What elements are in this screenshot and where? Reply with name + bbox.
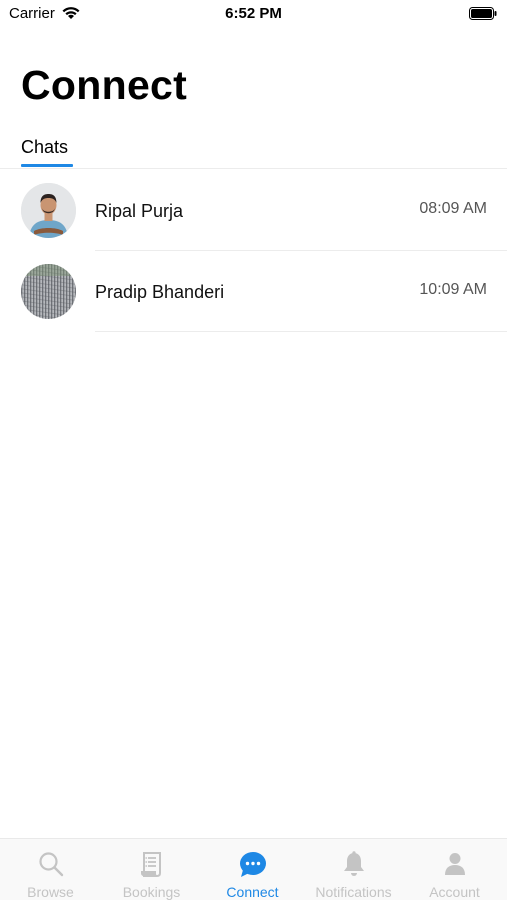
bottom-tab-bar: Browse Bookings Connect Notifications Ac… (0, 838, 507, 900)
chat-contact-name: Pradip Bhanderi (95, 282, 225, 302)
avatar (21, 183, 76, 238)
chat-contact-name: Ripal Purja (95, 201, 184, 221)
tab-active-indicator (21, 164, 73, 167)
search-icon (38, 851, 64, 882)
avatar (21, 264, 76, 319)
tab-label: Browse (27, 884, 74, 900)
battery-icon (469, 7, 497, 25)
page-title: Connect (21, 62, 188, 108)
tab-label: Notifications (315, 884, 392, 900)
chat-timestamp: 10:09 AM (419, 281, 487, 298)
chat-list: Ripal Purja 08:09 AM Pradip Bhanderi 10:… (0, 170, 507, 332)
chat-timestamp: 08:09 AM (419, 200, 487, 217)
row-divider (95, 331, 507, 332)
tab-account[interactable]: Account (404, 839, 505, 900)
tab-bookings[interactable]: Bookings (101, 839, 202, 900)
person-icon (443, 851, 467, 882)
status-time: 6:52 PM (225, 5, 282, 22)
chat-row-ripal-purja[interactable]: Ripal Purja 08:09 AM (0, 170, 507, 251)
tab-label: Bookings (122, 884, 181, 900)
connect-screen: Carrier 6:52 PM Connect Chats Ripal Purj… (0, 0, 507, 900)
tab-connect[interactable]: Connect (202, 839, 303, 900)
tab-browse[interactable]: Browse (0, 839, 101, 900)
status-bar: Carrier 6:52 PM (0, 0, 507, 28)
receipt-icon (139, 851, 165, 882)
chat-row-pradip-bhanderi[interactable]: Pradip Bhanderi 10:09 AM (0, 251, 507, 332)
segment-tabs: Chats (0, 134, 507, 169)
tab-notifications[interactable]: Notifications (303, 839, 404, 900)
bell-icon (342, 851, 366, 882)
tab-label: Connect (226, 884, 279, 900)
chat-bubble-icon (239, 851, 267, 883)
tab-label: Account (429, 884, 480, 900)
tab-chats[interactable]: Chats (21, 137, 68, 158)
